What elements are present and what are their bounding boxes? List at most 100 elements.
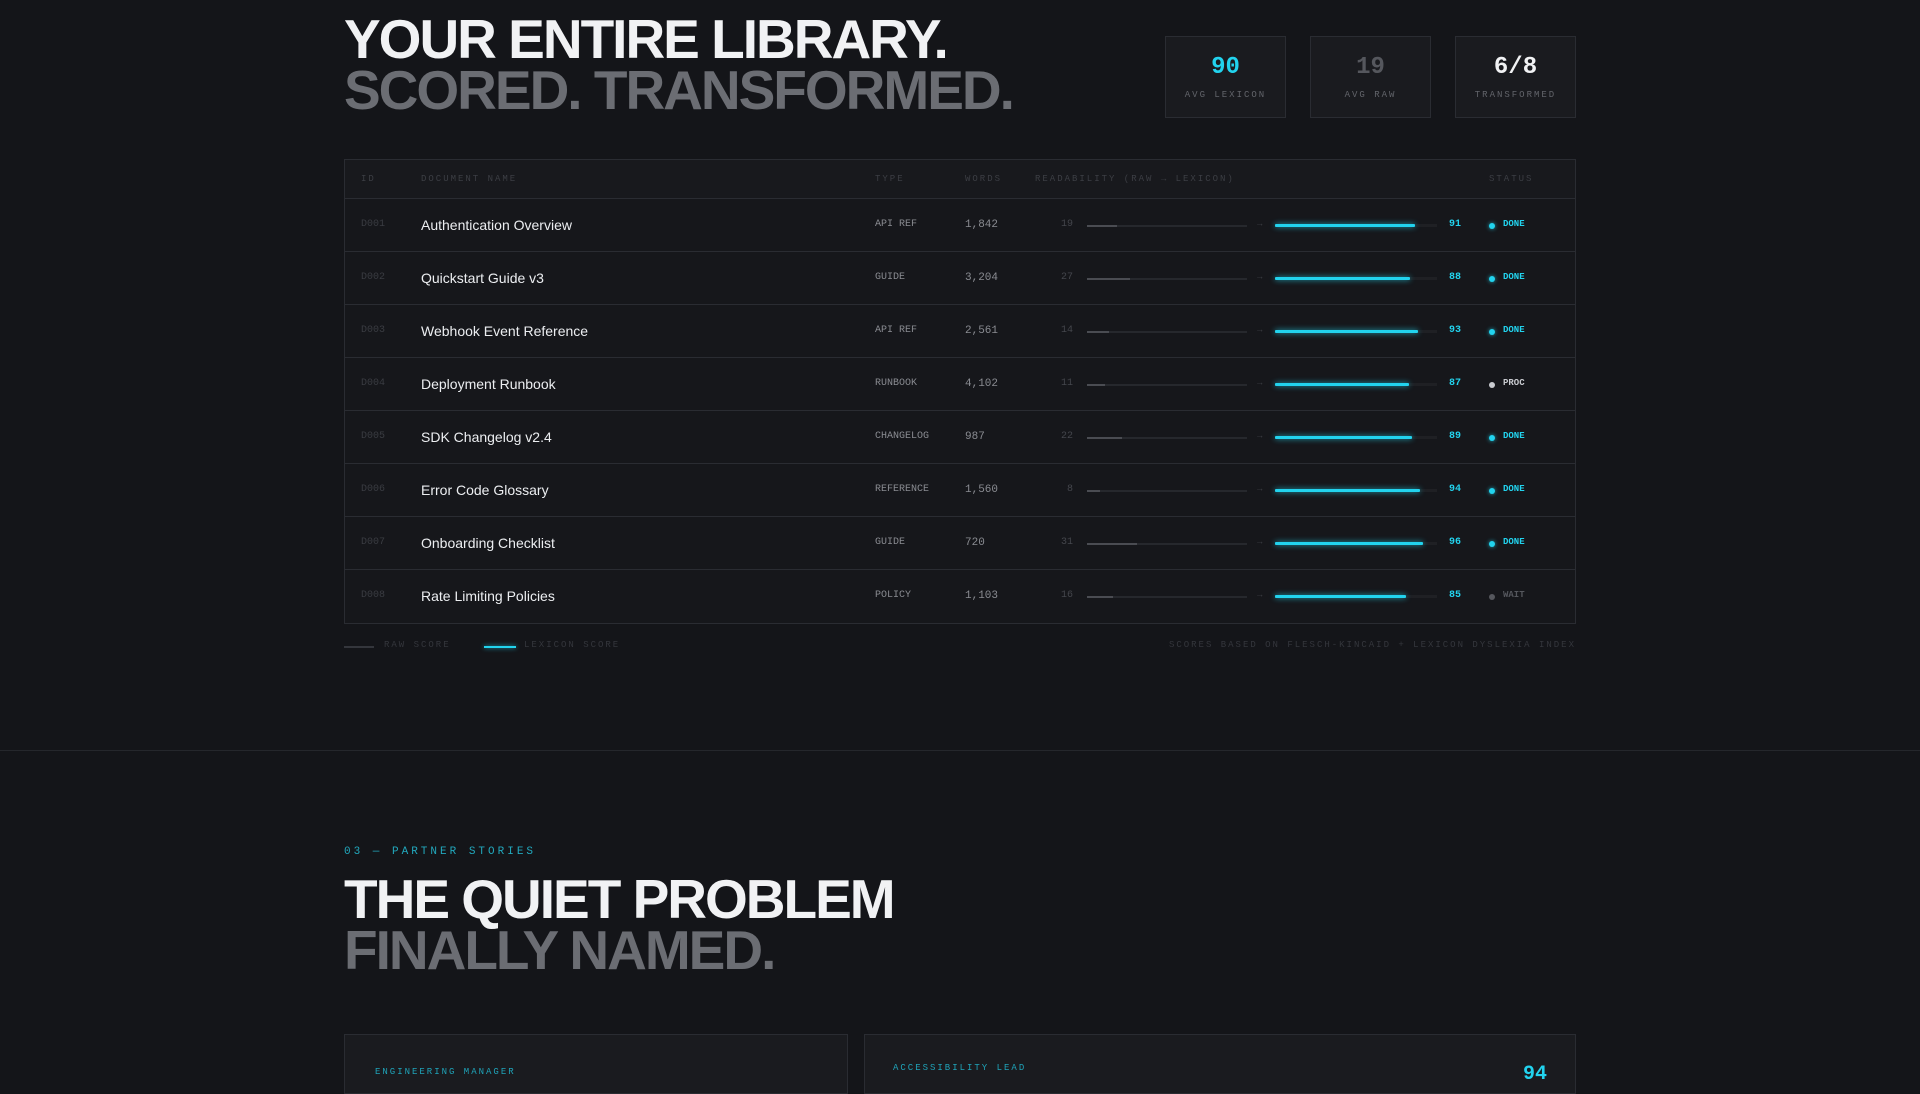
stat-value: 19 bbox=[1356, 54, 1385, 81]
row-lexicon-score: 93 bbox=[1449, 325, 1462, 336]
row-document-name[interactable]: Webhook Event Reference bbox=[421, 323, 588, 339]
table-row[interactable]: D007 Onboarding Checklist GUIDE 720 31 → 96 DON… bbox=[345, 517, 1575, 570]
row-raw-score: 31 bbox=[1060, 537, 1073, 548]
status-badge: WAIT bbox=[1503, 590, 1525, 600]
section-title-line2: FINALLY NAMED. bbox=[344, 919, 776, 981]
section-eyebrow: 03 — PARTNER STORIES bbox=[344, 846, 537, 858]
row-raw-score: 11 bbox=[1060, 378, 1073, 389]
row-type: API REF bbox=[875, 219, 918, 230]
status-badge: DONE bbox=[1503, 484, 1525, 494]
row-lexicon-score: 96 bbox=[1449, 537, 1462, 548]
status-badge: DONE bbox=[1503, 272, 1525, 282]
row-raw-score: 14 bbox=[1060, 325, 1073, 336]
raw-score-fill bbox=[1087, 596, 1113, 598]
row-lexicon-score: 85 bbox=[1449, 590, 1462, 601]
row-words: 3,204 bbox=[965, 272, 999, 284]
lexicon-score-fill bbox=[1275, 595, 1406, 598]
row-document-name[interactable]: Error Code Glossary bbox=[421, 482, 549, 498]
partner-card-accessibility-lead: ACCESSIBILITY LEAD 94 bbox=[864, 1034, 1576, 1094]
lexicon-score-fill bbox=[1275, 224, 1416, 227]
table-row[interactable]: D005 SDK Changelog v2.4 CHANGELOG 987 22 → 89 D… bbox=[345, 411, 1575, 464]
row-document-name[interactable]: SDK Changelog v2.4 bbox=[421, 429, 552, 445]
table-row[interactable]: D002 Quickstart Guide v3 GUIDE 3,204 27 → 88 DO… bbox=[345, 252, 1575, 305]
header-document-name[interactable]: DOCUMENT NAME bbox=[421, 174, 517, 184]
stats-group: 90 AVG LEXICON 19 AVG RAW 6/8 TRANSFORME… bbox=[1165, 36, 1576, 118]
raw-score-fill bbox=[1087, 543, 1137, 545]
header-status[interactable]: STATUS bbox=[1489, 174, 1533, 184]
row-type: GUIDE bbox=[875, 537, 906, 548]
header-id: ID bbox=[361, 174, 376, 184]
row-raw-score: 19 bbox=[1060, 219, 1073, 230]
row-document-name[interactable]: Onboarding Checklist bbox=[421, 535, 555, 551]
row-document-name[interactable]: Rate Limiting Policies bbox=[421, 588, 555, 604]
status-badge: DONE bbox=[1503, 219, 1525, 229]
status-dot-icon bbox=[1489, 488, 1495, 494]
section-title: THE QUIET PROBLEM FINALLY NAMED. bbox=[344, 872, 1576, 981]
section-divider bbox=[0, 750, 1920, 751]
row-words: 987 bbox=[965, 431, 985, 443]
raw-score-fill bbox=[1087, 331, 1110, 333]
row-id: D004 bbox=[361, 378, 386, 389]
document-table: ID DOCUMENT NAME TYPE WORDS READABILITY … bbox=[344, 159, 1576, 624]
row-document-name[interactable]: Deployment Runbook bbox=[421, 376, 556, 392]
raw-score-bar bbox=[1087, 331, 1247, 333]
raw-score-bar bbox=[1087, 225, 1247, 227]
arrow-icon: → bbox=[1257, 272, 1263, 282]
status-dot-icon bbox=[1489, 223, 1495, 229]
lexicon-score-bar bbox=[1275, 383, 1437, 386]
lexicon-score-fill bbox=[1275, 330, 1419, 333]
row-lexicon-score: 89 bbox=[1449, 431, 1462, 442]
raw-score-bar bbox=[1087, 543, 1247, 545]
table-row[interactable]: D004 Deployment Runbook RUNBOOK 4,102 11 → 87 P… bbox=[345, 358, 1575, 411]
status-dot-icon bbox=[1489, 541, 1495, 547]
raw-score-fill bbox=[1087, 278, 1131, 280]
header-words[interactable]: WORDS bbox=[965, 174, 1002, 184]
row-raw-score: 22 bbox=[1060, 431, 1073, 442]
lexicon-score-bar bbox=[1275, 224, 1437, 227]
row-document-name[interactable]: Authentication Overview bbox=[421, 217, 572, 233]
raw-score-bar bbox=[1087, 384, 1247, 386]
row-id: D008 bbox=[361, 590, 386, 601]
status-dot-icon bbox=[1489, 435, 1495, 441]
raw-score-bar bbox=[1087, 437, 1247, 439]
lexicon-score-fill bbox=[1275, 436, 1412, 439]
status-dot-icon bbox=[1489, 594, 1495, 600]
arrow-icon: → bbox=[1257, 537, 1263, 547]
partner-cards: ENGINEERING MANAGER ACCESSIBILITY LEAD 9… bbox=[344, 1034, 1576, 1094]
row-document-name[interactable]: Quickstart Guide v3 bbox=[421, 270, 544, 286]
partner-card-engineering-manager: ENGINEERING MANAGER bbox=[344, 1034, 848, 1094]
status-badge: PROC bbox=[1503, 378, 1525, 388]
lexicon-score-fill bbox=[1275, 542, 1423, 545]
row-id: D005 bbox=[361, 431, 386, 442]
legend: RAW SCORE LEXICON SCORE SCORES BASED ON … bbox=[344, 640, 1576, 654]
header-readability[interactable]: READABILITY (RAW → LEXICON) bbox=[1035, 174, 1235, 184]
raw-score-fill bbox=[1087, 490, 1100, 492]
status-dot-icon bbox=[1489, 382, 1495, 388]
stat-avg-lexicon: 90 AVG LEXICON bbox=[1165, 36, 1286, 118]
card-role: ENGINEERING MANAGER bbox=[375, 1067, 516, 1077]
card-role: ACCESSIBILITY LEAD bbox=[893, 1063, 1027, 1073]
row-id: D007 bbox=[361, 537, 386, 548]
lexicon-score-bar bbox=[1275, 330, 1437, 333]
lexicon-score-fill bbox=[1275, 489, 1420, 492]
card-score: 94 bbox=[1522, 1063, 1547, 1086]
arrow-icon: → bbox=[1257, 431, 1263, 441]
status-badge: DONE bbox=[1503, 537, 1525, 547]
table-header: ID DOCUMENT NAME TYPE WORDS READABILITY … bbox=[345, 160, 1575, 199]
status-badge: DONE bbox=[1503, 325, 1525, 335]
table-row[interactable]: D008 Rate Limiting Policies POLICY 1,103 16 →… bbox=[345, 570, 1575, 623]
raw-score-fill bbox=[1087, 384, 1105, 386]
row-lexicon-score: 91 bbox=[1449, 219, 1462, 230]
table-row[interactable]: D006 Error Code Glossary REFERENCE 1,560 8 → 9… bbox=[345, 464, 1575, 517]
table-row[interactable]: D001 Authentication Overview API REF 1,842 1… bbox=[345, 199, 1575, 252]
row-id: D003 bbox=[361, 325, 386, 336]
lexicon-score-bar bbox=[1275, 542, 1437, 545]
table-row[interactable]: D003 Webhook Event Reference API REF 2,561 1… bbox=[345, 305, 1575, 358]
row-lexicon-score: 94 bbox=[1449, 484, 1462, 495]
header-type[interactable]: TYPE bbox=[875, 174, 905, 184]
row-type: RUNBOOK bbox=[875, 378, 918, 389]
lexicon-score-fill bbox=[1275, 277, 1411, 280]
stat-label: TRANSFORMED bbox=[1474, 90, 1557, 100]
arrow-icon: → bbox=[1257, 219, 1263, 229]
row-words: 1,560 bbox=[965, 484, 999, 496]
